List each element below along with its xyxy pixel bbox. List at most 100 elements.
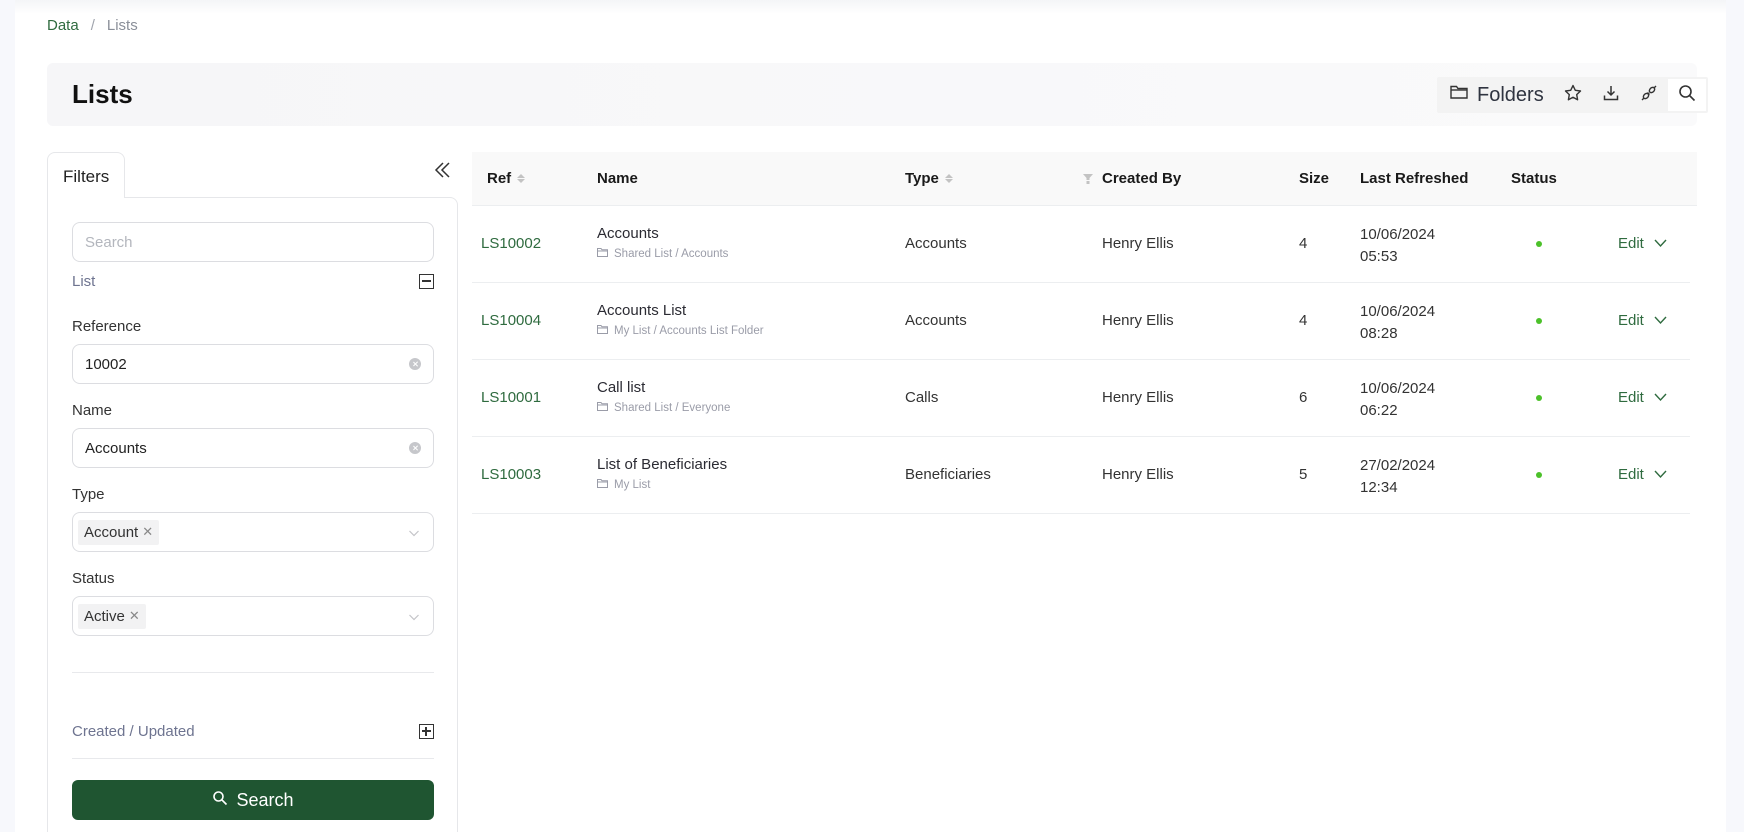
remove-tag-icon[interactable]: ✕: [142, 524, 153, 540]
expand-section-icon[interactable]: [419, 724, 434, 739]
type-cell: Accounts: [905, 235, 967, 252]
created-by-cell: Henry Ellis: [1102, 466, 1174, 483]
table-body: LS10002 Accounts Shared List / Accounts …: [472, 206, 1697, 514]
column-ref[interactable]: Ref: [487, 170, 526, 187]
star-icon: [1563, 83, 1583, 108]
toolbar-search-button[interactable]: [1667, 79, 1706, 111]
column-size-label: Size: [1299, 170, 1330, 187]
list-section-header[interactable]: List: [72, 273, 434, 290]
reference-value: 10002: [85, 355, 127, 373]
table-row[interactable]: LS10003 List of Beneficiaries My List Be…: [472, 437, 1690, 514]
filters-tab[interactable]: Filters: [47, 152, 125, 198]
type-tag-label: Account: [84, 523, 139, 541]
clear-name-icon[interactable]: [409, 442, 421, 454]
ref-link[interactable]: LS10003: [481, 466, 541, 483]
list-name-link[interactable]: Call list: [597, 379, 645, 396]
download-button[interactable]: [1592, 77, 1630, 113]
filter-search-placeholder: Search: [85, 233, 133, 251]
column-name: Name: [597, 170, 638, 187]
type-cell: Calls: [905, 389, 939, 406]
edit-dropdown[interactable]: Edit: [1618, 312, 1667, 329]
table-row[interactable]: LS10001 Call list Shared List / Everyone…: [472, 360, 1690, 437]
edit-dropdown[interactable]: Edit: [1618, 466, 1667, 483]
status-dot: [1536, 472, 1542, 478]
search-icon: [1677, 83, 1697, 108]
ref-link[interactable]: LS10004: [481, 312, 541, 329]
status-tag-label: Active: [84, 607, 125, 625]
chevron-down-icon[interactable]: [1654, 235, 1667, 252]
name-label: Name: [72, 402, 113, 419]
remove-tag-icon[interactable]: ✕: [129, 608, 140, 624]
status-select[interactable]: Active ✕: [72, 596, 434, 636]
connect-button[interactable]: [1630, 77, 1668, 113]
reference-label: Reference: [72, 318, 142, 335]
table-row[interactable]: LS10004 Accounts List My List / Accounts…: [472, 283, 1690, 360]
list-name-link[interactable]: Accounts: [597, 225, 659, 242]
filters-panel: Search List Reference 10002 Name Account…: [47, 197, 458, 832]
breadcrumb-data[interactable]: Data: [47, 17, 79, 34]
chevron-down-icon[interactable]: [1654, 312, 1667, 329]
divider: [72, 672, 434, 673]
edit-label[interactable]: Edit: [1618, 235, 1644, 252]
refresh-time: 06:22: [1360, 402, 1398, 419]
favorite-button[interactable]: [1554, 77, 1592, 113]
breadcrumb-lists: Lists: [106, 17, 138, 34]
chevron-down-icon: [408, 610, 420, 622]
column-size: Size: [1299, 170, 1329, 187]
column-name-label: Name: [597, 170, 638, 187]
name-input[interactable]: Accounts: [72, 428, 434, 468]
edit-label[interactable]: Edit: [1618, 389, 1644, 406]
folder-icon: [597, 401, 608, 414]
toolbar: Folders: [1437, 77, 1708, 113]
column-created-by: Created By: [1102, 170, 1181, 187]
column-status-label: Status: [1511, 170, 1557, 187]
ref-link[interactable]: LS10001: [481, 389, 541, 406]
list-name-link[interactable]: Accounts List: [597, 302, 686, 319]
plug-icon: [1639, 83, 1659, 108]
edit-dropdown[interactable]: Edit: [1618, 389, 1667, 406]
chevrons-left-icon: [431, 162, 455, 186]
column-ref-label: Ref: [487, 170, 512, 187]
folders-label: Folders: [1477, 83, 1544, 106]
sort-icon[interactable]: [517, 174, 526, 183]
edit-label[interactable]: Edit: [1618, 466, 1644, 483]
table-row[interactable]: LS10002 Accounts Shared List / Accounts …: [472, 206, 1690, 283]
type-select[interactable]: Account ✕: [72, 512, 434, 552]
title-bar: Lists Folders: [47, 63, 1708, 126]
type-tag: Account ✕: [78, 519, 160, 545]
folder-path: Shared List / Everyone: [597, 401, 730, 414]
folder-path-text: My List / Accounts List Folder: [614, 324, 764, 337]
column-status: Status: [1511, 170, 1557, 187]
chevron-down-icon[interactable]: [1654, 466, 1667, 483]
edit-dropdown[interactable]: Edit: [1618, 235, 1667, 252]
size-cell: 4: [1299, 235, 1308, 252]
last-refreshed-cell: 27/02/2024 12:34: [1360, 455, 1435, 499]
column-type[interactable]: Type: [905, 170, 953, 187]
clear-reference-icon[interactable]: [409, 358, 421, 370]
sort-icon[interactable]: [944, 174, 953, 183]
reference-input[interactable]: 10002: [72, 344, 434, 384]
list-name-link[interactable]: List of Beneficiaries: [597, 456, 727, 473]
ref-link[interactable]: LS10002: [481, 235, 541, 252]
collapse-section-icon[interactable]: [419, 274, 434, 289]
folder-path-text: My List: [614, 478, 651, 491]
filter-icon[interactable]: [1082, 172, 1094, 184]
edit-label[interactable]: Edit: [1618, 312, 1644, 329]
created-section-header[interactable]: Created / Updated: [72, 723, 434, 740]
refresh-date: 10/06/2024: [1360, 303, 1436, 320]
chevron-down-icon[interactable]: [1654, 389, 1667, 406]
filter-search-input[interactable]: Search: [72, 222, 434, 262]
search-button[interactable]: Search: [72, 780, 434, 820]
column-created-by-label: Created By: [1102, 170, 1182, 187]
collapse-filters-button[interactable]: [431, 158, 455, 182]
folder-icon: [1449, 82, 1469, 108]
status-label: Status: [72, 570, 115, 587]
status-dot: [1536, 318, 1542, 324]
folders-button[interactable]: Folders: [1437, 77, 1554, 113]
type-cell: Accounts: [905, 312, 967, 329]
chevron-down-icon: [408, 526, 420, 538]
folder-icon: [597, 324, 608, 337]
search-button-label: Search: [236, 789, 294, 810]
size-cell: 6: [1299, 389, 1308, 406]
top-shadow: [15, 0, 1726, 14]
